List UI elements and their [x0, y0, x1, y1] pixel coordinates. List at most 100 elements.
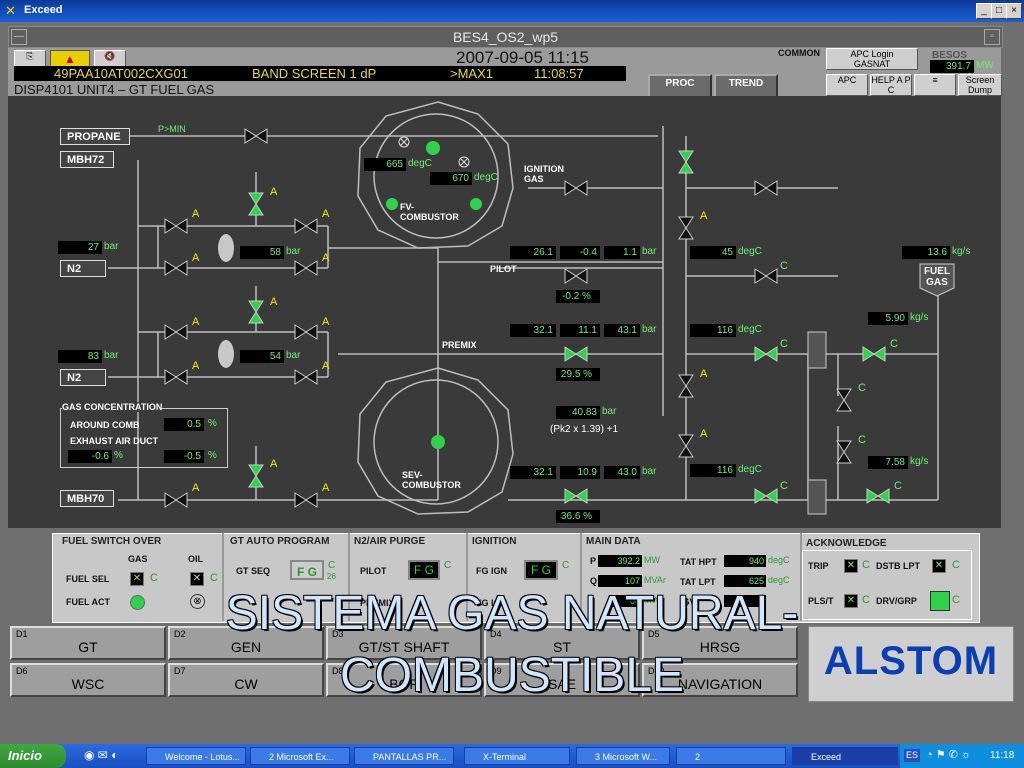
purge-pilot-button[interactable]: F G: [408, 560, 440, 580]
quick-launch-icons[interactable]: ◉ ✉ ◐: [84, 748, 118, 762]
taskbar-item-xterminal[interactable]: X-Terminal: [464, 747, 570, 765]
inner-titlebar: — BES4_OS2_wp5 ▫: [8, 26, 1003, 48]
status-a: A: [192, 482, 200, 494]
gas-select-c: C: [150, 572, 158, 584]
help-apc-button[interactable]: HELP A P C: [870, 74, 912, 96]
pressure-vessel-b-unit: bar: [286, 350, 301, 361]
exhaust-value-1: -0.6: [68, 450, 112, 463]
besos-unit: MW: [976, 60, 994, 71]
status-a: A: [700, 210, 708, 222]
fg-ign-button[interactable]: F G: [524, 560, 558, 580]
dstb-lpt-c: C: [952, 559, 960, 571]
premix-label: PREMIX: [442, 340, 477, 350]
n2-purge-title: N2/AIR PURGE: [354, 536, 426, 547]
taskbar-item-word[interactable]: 3 Microsoft W...: [576, 747, 670, 765]
window-titlebar: ✕ Exceed: [0, 0, 1024, 22]
status-c: C: [894, 480, 902, 492]
pk2-value: 40.83: [556, 406, 600, 419]
language-indicator[interactable]: ES: [904, 749, 920, 762]
gas-concentration-title: GAS CONCENTRATION: [62, 402, 163, 412]
temp-fv-2: 670: [430, 172, 472, 185]
pilot-value-1: 26.1: [510, 246, 556, 259]
apc-user: GASNAT: [853, 59, 891, 69]
dstb-lpt-checkbox[interactable]: ✕: [932, 559, 946, 573]
gas-label: GAS: [128, 554, 148, 564]
taskbar-item-2[interactable]: 2: [676, 747, 786, 765]
exceed-icon: ✕: [5, 3, 16, 18]
alarm-text: BAND SCREEN 1 dP: [252, 66, 377, 81]
oil-select-checkbox[interactable]: ✕: [190, 572, 204, 586]
sev-unit: bar: [642, 466, 657, 477]
apc-login-button[interactable]: APC Login GASNAT: [826, 48, 918, 70]
status-c: C: [780, 480, 788, 492]
status-a: A: [270, 296, 278, 308]
maximize-button[interactable]: □: [991, 3, 1007, 19]
fuel-sel-label: FUEL SEL: [66, 574, 110, 584]
besos-value: 391.7: [930, 60, 974, 73]
sev-combustor-label: SEV- COMBUSTOR: [402, 470, 461, 490]
gt-seq-button[interactable]: F G: [290, 560, 324, 580]
status-a: A: [700, 368, 708, 380]
proc-button[interactable]: PROC: [648, 74, 712, 98]
mbh70-tag[interactable]: MBH70: [60, 490, 114, 507]
start-button[interactable]: Inicio: [0, 744, 66, 768]
trend-button[interactable]: TREND: [714, 74, 778, 98]
pk2-unit: bar: [602, 406, 617, 417]
temp-45-unit: degC: [738, 246, 762, 257]
pilot-label: PILOT: [490, 264, 517, 274]
pilot-value-2: -0.4: [560, 246, 600, 259]
status-c: C: [780, 338, 788, 350]
temp-116b-unit: degC: [738, 464, 762, 475]
alarm-limit: >MAX1: [450, 66, 493, 81]
menu-lines-icon[interactable]: ≡: [914, 74, 956, 96]
purge-pilot-label: PILOT: [360, 566, 387, 576]
display-title: DISP4101 UNIT4 – GT FUEL GAS: [14, 82, 215, 97]
apc-login-label: APC Login: [850, 49, 894, 59]
pilot-value-3: 1.1: [604, 246, 640, 259]
p-unit: MW: [644, 555, 660, 565]
flow-total-unit: kg/s: [952, 246, 971, 257]
trip-c: C: [862, 559, 870, 571]
status-a: A: [270, 458, 278, 470]
window-title: Exceed: [24, 4, 63, 16]
ack-title: ACKNOWLEDGE: [806, 538, 887, 549]
window-resize-icon[interactable]: ▫: [984, 29, 1000, 45]
pressure-vessel-a-unit: bar: [286, 246, 301, 257]
minimize-button[interactable]: _: [976, 3, 992, 19]
temp-fv-1-unit: degC: [408, 158, 432, 169]
taskbar-item-lotus[interactable]: Welcome - Lotus...: [146, 747, 246, 765]
around-comb-label: AROUND COMB: [70, 420, 140, 430]
propane-tag[interactable]: PROPANE: [60, 128, 130, 145]
around-comb-value: 0.5: [164, 418, 204, 431]
pmin-label: P>MIN: [158, 124, 186, 134]
tat-hpt-label: TAT HPT: [680, 557, 717, 567]
temp-45: 45: [690, 246, 736, 259]
gas-select-checkbox[interactable]: ✕: [130, 572, 144, 586]
trip-checkbox[interactable]: ✕: [844, 559, 858, 573]
exhaust-value-2: -0.5: [164, 450, 204, 463]
status-c: C: [858, 382, 866, 394]
pressure-n2b-unit: bar: [104, 350, 119, 361]
status-a: A: [322, 360, 330, 372]
pressure-vessel-a: 58: [240, 246, 284, 259]
n2-tag-b[interactable]: N2: [60, 369, 106, 386]
taskbar-item-excel[interactable]: 2 Microsoft Ex...: [250, 747, 350, 765]
screen-dump-button[interactable]: Screen Dump: [958, 74, 1002, 96]
gt-seq-number: 26: [327, 572, 336, 581]
taskbar-item-pantallas[interactable]: PANTALLAS PR...: [354, 747, 454, 765]
gt-auto-title: GT AUTO PROGRAM: [230, 536, 330, 547]
close-button[interactable]: ×: [1006, 3, 1022, 19]
taskbar-item-exceed[interactable]: Exceed: [792, 747, 898, 765]
n2-tag-a[interactable]: N2: [60, 260, 106, 277]
oil-select-c: C: [210, 572, 218, 584]
q-label: Q: [590, 576, 598, 586]
fg-ign-label: FG IGN: [476, 566, 507, 576]
apc-button[interactable]: APC: [826, 74, 868, 96]
fg-ign-c: C: [562, 560, 570, 571]
sev-value-2: 10.9: [560, 466, 600, 479]
exhaust-label: EXHAUST AIR DUCT: [70, 436, 159, 446]
tray-icons[interactable]: ◔ ⚑ ✆ ☼: [926, 748, 971, 761]
mbh72-tag[interactable]: MBH72: [60, 151, 114, 168]
gt-seq-c: C: [328, 560, 336, 571]
overlay-caption-line2: COMBUSTIBLE: [339, 649, 685, 702]
